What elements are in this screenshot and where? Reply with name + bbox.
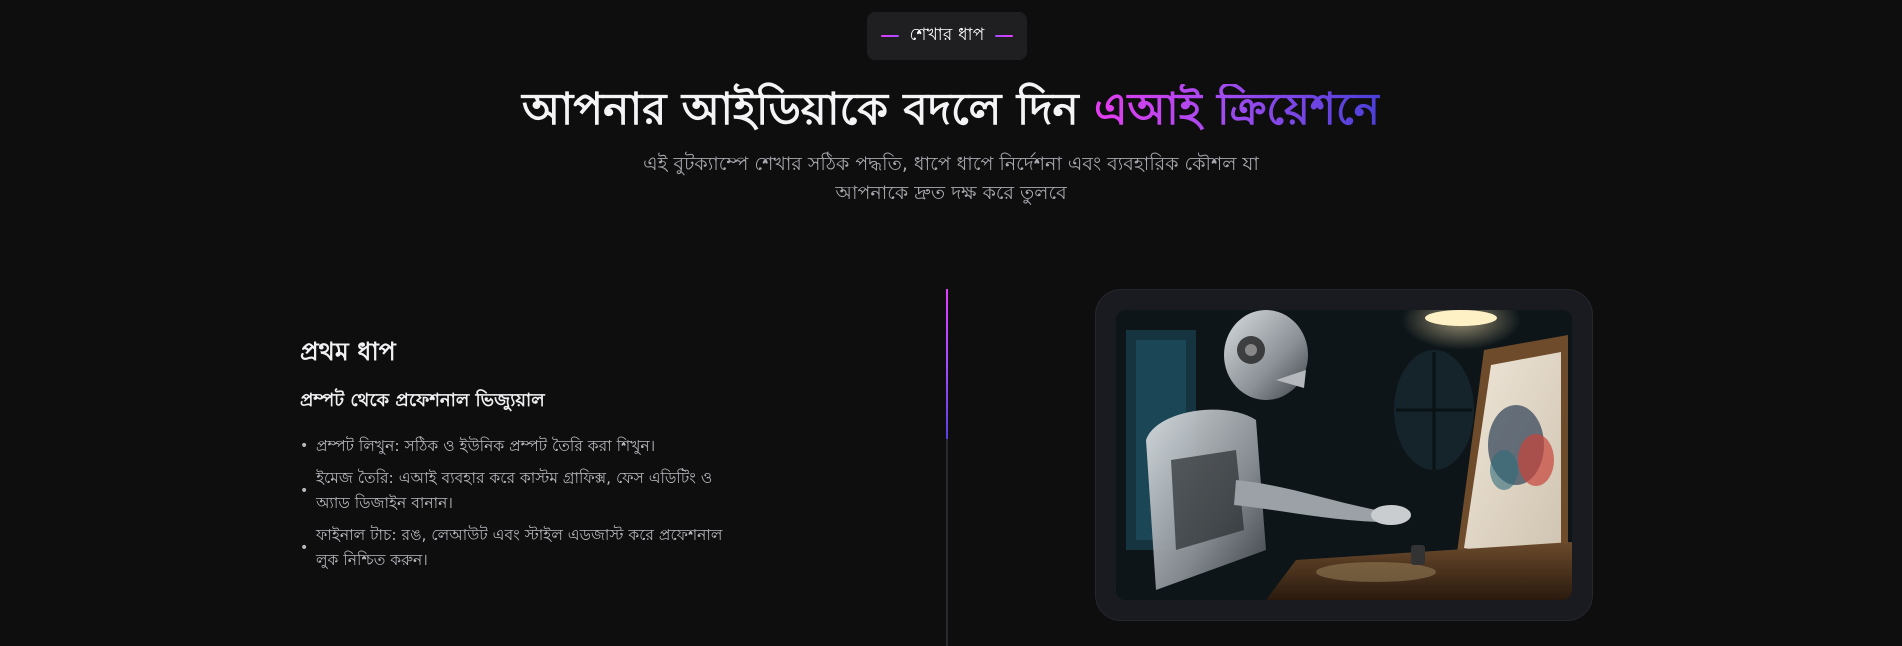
step-item-text: ফাইনাল টাচ: রঙ, লেআউট এবং স্টাইল এডজাস্ট… <box>316 526 723 569</box>
step-heading: প্রথম ধাপ <box>300 337 396 366</box>
dot-icon: • <box>300 482 309 499</box>
step-item-text: প্রম্পট লিখুন: সঠিক ও ইউনিক প্রম্পট তৈরি… <box>316 437 656 455</box>
step-list-item: • প্রম্পট লিখুন: সঠিক ও ইউনিক প্রম্পট তৈ… <box>300 434 740 459</box>
badge-label: শেখার ধাপ <box>909 25 985 45</box>
section-badge: শেখার ধাপ <box>867 12 1027 60</box>
learning-steps-section: শেখার ধাপ আপনার আইডিয়াকে বদলে দিন এআই ক… <box>0 0 1902 646</box>
step-list-item: • ইমেজ তৈরি: এআই ব্যবহার করে কাস্টম গ্রা… <box>300 466 740 516</box>
robot-painting-svg <box>1116 310 1572 600</box>
step-subheading: প্রম্পট থেকে প্রফেশনাল ভিজ্যুয়াল <box>300 390 545 411</box>
timeline-divider <box>946 289 948 646</box>
title-main-text: আপনার আইডিয়াকে বদলে দিন <box>521 84 1095 135</box>
dot-icon: • <box>300 438 309 454</box>
step-image-card <box>1095 289 1593 621</box>
section-title: আপনার আইডিয়াকে বদলে দিন এআই ক্রিয়েশনে <box>0 78 1902 142</box>
dot-icon: • <box>300 539 309 556</box>
timeline-progress <box>946 289 948 439</box>
badge-dash-right <box>994 35 1013 37</box>
step-item-text: ইমেজ তৈরি: এআই ব্যবহার করে কাস্টম গ্রাফি… <box>316 469 713 512</box>
section-subtitle: এই বুটক্যাম্পে শেখার সঠিক পদ্ধতি, ধাপে ধ… <box>643 153 1259 204</box>
step-list-item: • ফাইনাল টাচ: রঙ, লেআউট এবং স্টাইল এডজাস… <box>300 523 740 573</box>
title-accent-text: এআই ক্রিয়েশনে <box>1094 84 1381 135</box>
badge-dash-left <box>881 35 900 37</box>
step-list: • প্রম্পট লিখুন: সঠিক ও ইউনিক প্রম্পট তৈ… <box>300 434 740 580</box>
robot-painting-illustration <box>1116 310 1572 600</box>
